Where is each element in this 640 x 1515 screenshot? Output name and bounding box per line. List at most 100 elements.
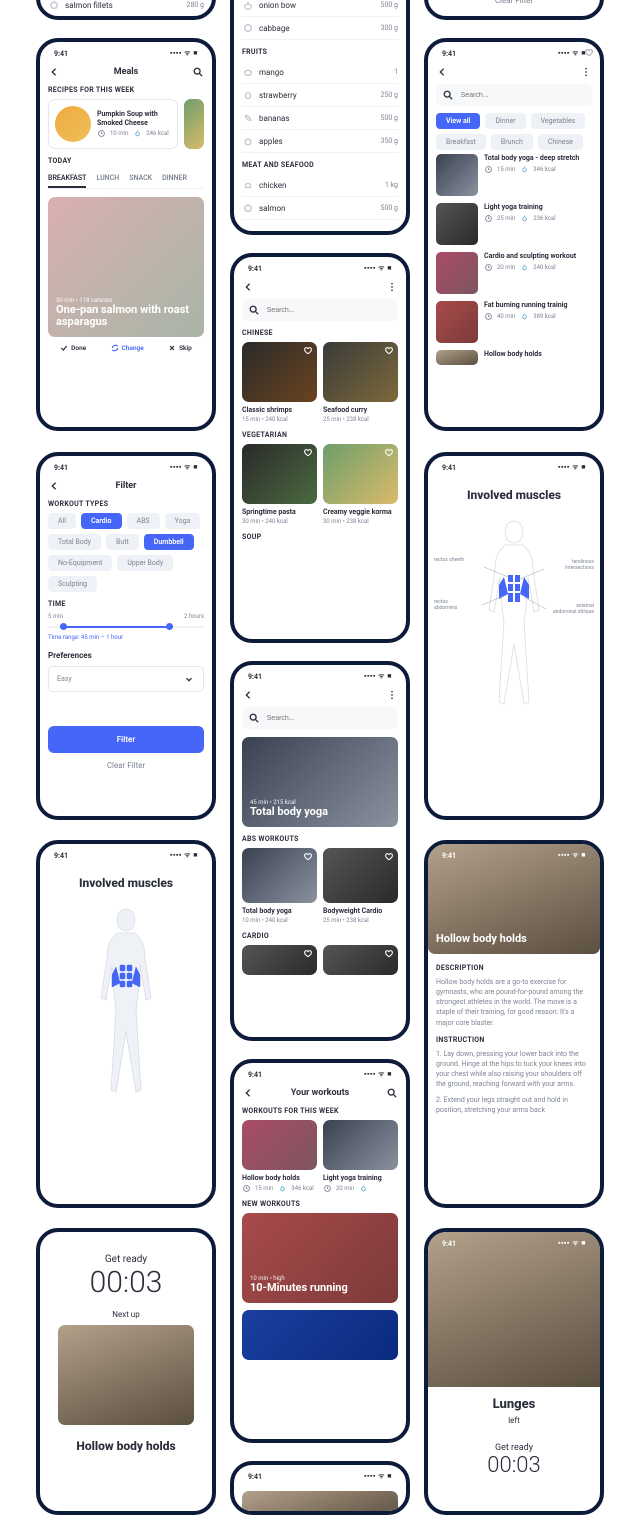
workout-card[interactable] (242, 1310, 398, 1360)
workout-tile[interactable]: Bodyweight Cardio25 min • 238 kcal (323, 848, 398, 924)
workout-row[interactable]: Hollow body holds (436, 350, 592, 365)
search-input[interactable] (436, 84, 592, 106)
back-icon[interactable] (242, 1087, 254, 1099)
workout-row[interactable]: Fat burning running trainig 40 min389 kc… (436, 301, 592, 343)
pill-all[interactable]: All (48, 513, 76, 529)
timer: 00:03 (48, 1265, 204, 1300)
workout-search-screen: 9:41▪▪▪▪ ᯤ ■ View all Dinner Vegetables … (424, 38, 604, 431)
tab-lunch[interactable]: LUNCH (96, 170, 119, 188)
back-icon[interactable] (436, 66, 448, 78)
workout-tile[interactable] (323, 945, 398, 975)
filter-button[interactable]: Filter (48, 726, 204, 753)
section-fruits: FRUITS (242, 48, 398, 56)
search-input[interactable] (242, 707, 398, 729)
heart-icon[interactable] (385, 449, 393, 459)
pill-dumbbell[interactable]: Dumbbell (144, 534, 194, 550)
workout-hero[interactable]: 10 min • high 10-Minutes running (242, 1213, 398, 1303)
grocery-screen: onion bow500 g cabbage300 g FRUITS mango… (230, 0, 410, 235)
recipe-tile[interactable]: Springtime pasta30 min • 240 kcal (242, 444, 317, 525)
pill-viewall[interactable]: View all (436, 113, 480, 129)
recipe-card[interactable]: Pumpkin Soup with Smoked Cheese 10 min 2… (48, 99, 178, 149)
workout-row[interactable]: Total body yoga - deep stretch 15 min346… (436, 154, 592, 196)
back-icon[interactable] (242, 689, 254, 701)
pill-total[interactable]: Total Body (48, 534, 101, 550)
pill-chinese[interactable]: Chinese (538, 134, 583, 150)
heart-icon[interactable] (304, 449, 312, 459)
search-icon[interactable] (192, 66, 204, 78)
back-icon[interactable] (48, 480, 60, 492)
food-icon (242, 89, 254, 101)
action-done[interactable]: Done (60, 344, 86, 352)
clock-icon (242, 1184, 250, 1192)
filter-pills: All Cardio ABS Yoga Total Body Butt Dumb… (48, 513, 204, 592)
workout-hero[interactable]: 45 min • 215 kcal Total body yoga (242, 737, 398, 827)
time-slider[interactable] (48, 626, 204, 628)
ready-label: Get ready (428, 1443, 600, 1453)
clear-filter-button[interactable]: Clear Filter (48, 753, 204, 778)
pill-breakfast[interactable]: Breakfast (436, 134, 486, 150)
search-icon (249, 712, 260, 724)
partial-screen: 9:41▪▪▪▪ ᯤ ■ (230, 1461, 410, 1515)
section-week: WORKOUTS FOR THIS WEEK (242, 1107, 398, 1115)
section-new: NEW WORKOUTS (242, 1200, 398, 1208)
clock-icon (484, 165, 492, 173)
food-icon (242, 135, 254, 147)
grocery-partial-1: salmon fillets 280 g (36, 0, 216, 20)
tab-breakfast[interactable]: BREAKFAST (48, 170, 86, 188)
page-title: Involved muscles (436, 488, 592, 502)
search-icon[interactable] (386, 1087, 398, 1099)
page-title: Meals (114, 67, 139, 77)
heart-icon[interactable] (304, 347, 312, 357)
heart-icon[interactable] (304, 853, 312, 863)
action-skip[interactable]: Skip (168, 344, 192, 352)
search-icon (443, 89, 454, 101)
food-icon (242, 66, 254, 78)
pill-vegetables[interactable]: Vegetables (531, 113, 586, 129)
back-icon[interactable] (48, 66, 60, 78)
filter-partial: Clear Filter (424, 0, 604, 20)
more-icon[interactable] (386, 281, 398, 293)
recipe-tile[interactable]: Classic shrimps15 min • 240 kcal (242, 342, 317, 423)
workout-row[interactable]: Light yoga training 25 min236 kcal (436, 203, 592, 245)
search-input[interactable] (242, 299, 398, 321)
meals-screen: 9:41▪▪▪▪ ᯤ ■ Meals RECIPES FOR THIS WEEK… (36, 38, 216, 431)
pref-select[interactable]: Easy (48, 666, 204, 692)
pill-butt[interactable]: Butt (106, 534, 139, 550)
recipe-tile[interactable]: Seafood curry25 min • 238 kcal (323, 342, 398, 423)
workout-tile[interactable]: Total body yoga10 min • 240 kcal (242, 848, 317, 924)
pill-sculpt[interactable]: Sculpting (48, 576, 97, 592)
workout-tile[interactable]: Light yoga training 20 min (323, 1120, 398, 1192)
recipe-card-peek[interactable] (184, 99, 204, 149)
pill-upper[interactable]: Upper Body (117, 555, 173, 571)
workout-tile[interactable]: Hollow body holds 15 min346 kcal (242, 1120, 317, 1192)
pill-cardio[interactable]: Cardio (81, 513, 122, 529)
heart-icon[interactable] (385, 853, 393, 863)
section-vegetarian: VEGETARIAN (242, 431, 398, 439)
pill-dinner[interactable]: Dinner (485, 113, 525, 129)
ingredient-row: salmon fillets 280 g (48, 0, 204, 17)
ready-label: Get ready (48, 1254, 204, 1265)
tab-snack[interactable]: SNACK (129, 170, 152, 188)
workout-row[interactable]: Cardio and sculpting workout 20 min240 k… (436, 252, 592, 294)
fire-icon (278, 1184, 286, 1192)
workout-tile[interactable] (242, 945, 317, 975)
back-icon[interactable] (242, 281, 254, 293)
pill-abs[interactable]: ABS (127, 513, 160, 529)
tab-dinner[interactable]: DINNER (162, 170, 187, 188)
filter-screen: 9:41▪▪▪▪ ᯤ ■ Filter WORKOUT TYPES All Ca… (36, 452, 216, 820)
recipe-tile[interactable]: Creamy veggie korma30 min • 238 kcal (323, 444, 398, 525)
heart-icon[interactable] (385, 347, 393, 357)
exercise-side: left (428, 1416, 600, 1425)
workout-explore-screen: 9:41▪▪▪▪ ᯤ ■ 45 min • 215 kcal Total bod… (230, 661, 410, 1041)
section-recipes: RECIPES FOR THIS WEEK (48, 86, 204, 94)
meal-hero[interactable]: 30 min • 118 calories One-pan salmon wit… (48, 197, 204, 337)
more-icon[interactable] (386, 689, 398, 701)
more-icon[interactable] (580, 66, 592, 78)
anatomy-diagram (48, 905, 204, 1135)
pill-noeq[interactable]: No-Equipment (48, 555, 112, 571)
action-change[interactable]: Change (111, 344, 144, 352)
clear-filter-button[interactable]: Clear Filter (436, 0, 592, 9)
section-cardio: CARDIO (242, 932, 398, 940)
pill-brunch[interactable]: Brunch (491, 134, 533, 150)
pill-yoga[interactable]: Yoga (165, 513, 201, 529)
